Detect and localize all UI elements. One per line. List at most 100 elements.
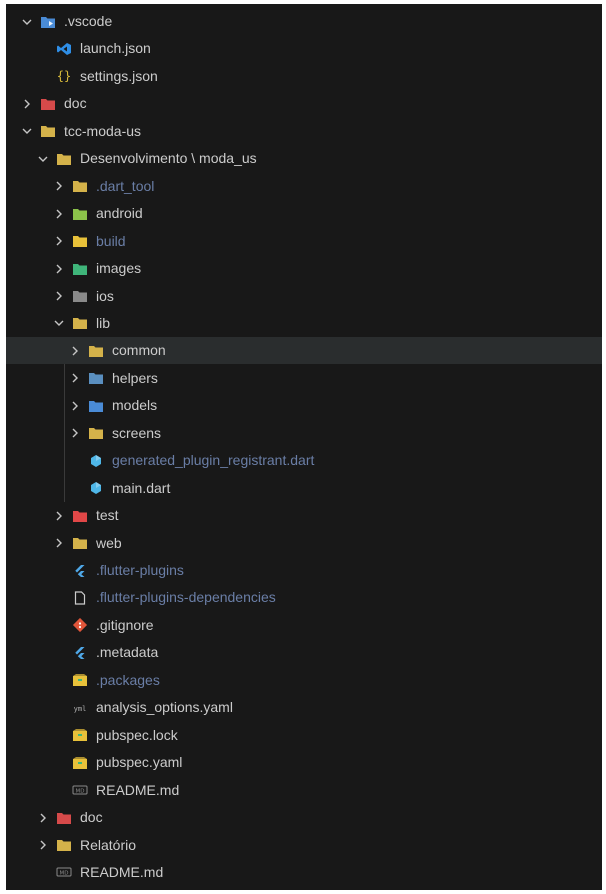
tree-folder-item[interactable]: test: [6, 502, 602, 529]
tree-file-item[interactable]: pubspec.yaml: [6, 749, 602, 776]
lib-folder-icon: [72, 316, 88, 330]
tree-folder-item[interactable]: android: [6, 200, 602, 227]
tree-item-label: .flutter-plugins: [96, 562, 184, 578]
tree-folder-item[interactable]: ios: [6, 283, 602, 310]
ios-folder-icon: [72, 289, 88, 303]
tree-item-label: images: [96, 260, 142, 277]
tree-folder-item[interactable]: doc: [6, 90, 602, 117]
chevron-down-icon[interactable]: [36, 152, 50, 166]
tree-folder-item[interactable]: models: [6, 392, 602, 419]
svg-text:MD: MD: [60, 871, 69, 877]
tree-item-label: doc: [64, 95, 87, 112]
package-icon: [72, 673, 88, 687]
tree-item-label: models: [112, 397, 158, 414]
tree-folder-item[interactable]: helpers: [6, 365, 602, 392]
tree-file-item[interactable]: MD README.md: [6, 859, 602, 886]
folder-icon: [88, 344, 104, 358]
tree-item-label: tcc-moda-us: [64, 122, 142, 139]
chevron-right-icon[interactable]: [52, 179, 66, 193]
folder-icon: [56, 838, 72, 852]
tree-folder-item[interactable]: build: [6, 228, 602, 255]
chevron-down-icon[interactable]: [20, 124, 34, 138]
doc-folder-icon: [56, 811, 72, 825]
tree-file-item[interactable]: main.dart: [6, 475, 602, 502]
tree-file-item[interactable]: .packages: [6, 667, 602, 694]
tree-item-label: pubspec.lock: [96, 726, 178, 743]
tree-folder-item[interactable]: tcc-moda-us: [6, 118, 602, 145]
tree-folder-item[interactable]: web: [6, 530, 602, 557]
chevron-down-icon[interactable]: [20, 15, 34, 29]
tree-item-label: android: [96, 205, 143, 222]
chevron-right-icon[interactable]: [52, 289, 66, 303]
chevron-right-icon[interactable]: [36, 811, 50, 825]
chevron-right-icon[interactable]: [68, 426, 82, 440]
chevron-right-icon[interactable]: [52, 234, 66, 248]
svg-text:{}: {}: [57, 69, 71, 83]
tree-item-label: README.md: [80, 863, 164, 880]
models-folder-icon: [88, 399, 104, 413]
images-folder-icon: [72, 262, 88, 276]
tree-folder-item[interactable]: Relatório: [6, 832, 602, 859]
tree-item-label: build: [96, 232, 126, 249]
tree-item-label: Desenvolvimento \ moda_us: [80, 150, 257, 167]
tree-item-label: test: [96, 507, 119, 524]
tree-file-item[interactable]: MD README.md: [6, 777, 602, 804]
tree-file-item[interactable]: launch.json: [6, 35, 602, 62]
tree-folder-item[interactable]: .vscode: [6, 8, 602, 35]
chevron-right-icon[interactable]: [68, 371, 82, 385]
tree-file-item[interactable]: .flutter-plugins-dependencies: [6, 584, 602, 611]
tree-item-label: common: [112, 342, 166, 359]
android-folder-icon: [72, 207, 88, 221]
file-icon: [72, 591, 88, 605]
chevron-right-icon[interactable]: [52, 207, 66, 221]
tree-file-item[interactable]: yml analysis_options.yaml: [6, 694, 602, 721]
tree-item-label: launch.json: [80, 40, 151, 57]
package-icon: [72, 728, 88, 742]
tree-file-item[interactable]: generated_plugin_registrant.dart: [6, 447, 602, 474]
tree-item-label: README.md: [96, 781, 180, 798]
chevron-right-icon[interactable]: [68, 344, 82, 358]
tree-item-label: doc: [80, 809, 103, 826]
tree-item-label: .metadata: [96, 644, 159, 661]
folder-icon: [72, 536, 88, 550]
tree-file-item[interactable]: .metadata: [6, 639, 602, 666]
tree-folder-item[interactable]: common: [6, 337, 602, 365]
doc-folder-icon: [40, 97, 56, 111]
folder-icon: [56, 152, 72, 166]
tree-folder-item[interactable]: images: [6, 255, 602, 282]
vscode-file-icon: [56, 42, 72, 56]
tree-file-item[interactable]: .gitignore: [6, 612, 602, 639]
tree-folder-item[interactable]: Desenvolvimento \ moda_us: [6, 145, 602, 172]
chevron-right-icon[interactable]: [52, 509, 66, 523]
chevron-right-icon[interactable]: [20, 97, 34, 111]
tree-item-label: screens: [112, 424, 162, 441]
tree-folder-item[interactable]: screens: [6, 420, 602, 447]
git-icon: [72, 618, 88, 633]
chevron-right-icon[interactable]: [36, 838, 50, 852]
tree-file-item[interactable]: {} settings.json: [6, 63, 602, 90]
tree-folder-item[interactable]: doc: [6, 804, 602, 831]
tree-item-label: .gitignore: [96, 616, 154, 633]
flutter-icon: [72, 646, 88, 660]
tree-item-label: analysis_options.yaml: [96, 699, 233, 716]
folder-icon: [40, 124, 56, 138]
chevron-down-icon[interactable]: [52, 316, 66, 330]
tree-folder-item[interactable]: .dart_tool: [6, 173, 602, 200]
chevron-right-icon[interactable]: [52, 262, 66, 276]
chevron-right-icon[interactable]: [52, 536, 66, 550]
tree-item-label: .packages: [96, 671, 160, 688]
tree-item-label: .dart_tool: [96, 177, 155, 194]
tree-item-label: ios: [96, 287, 114, 304]
package-icon: [72, 756, 88, 770]
tree-folder-item[interactable]: lib: [6, 310, 602, 337]
svg-text:MD: MD: [76, 789, 85, 795]
chevron-right-icon[interactable]: [68, 399, 82, 413]
build-folder-icon: [72, 234, 88, 248]
tree-file-item[interactable]: pubspec.lock: [6, 722, 602, 749]
folder-icon: [72, 179, 88, 193]
tree-file-item[interactable]: .flutter-plugins: [6, 557, 602, 584]
tree-item-label: .vscode: [64, 13, 113, 29]
dart-icon: [88, 481, 104, 495]
helpers-folder-icon: [88, 371, 104, 385]
flutter-icon: [72, 564, 88, 578]
